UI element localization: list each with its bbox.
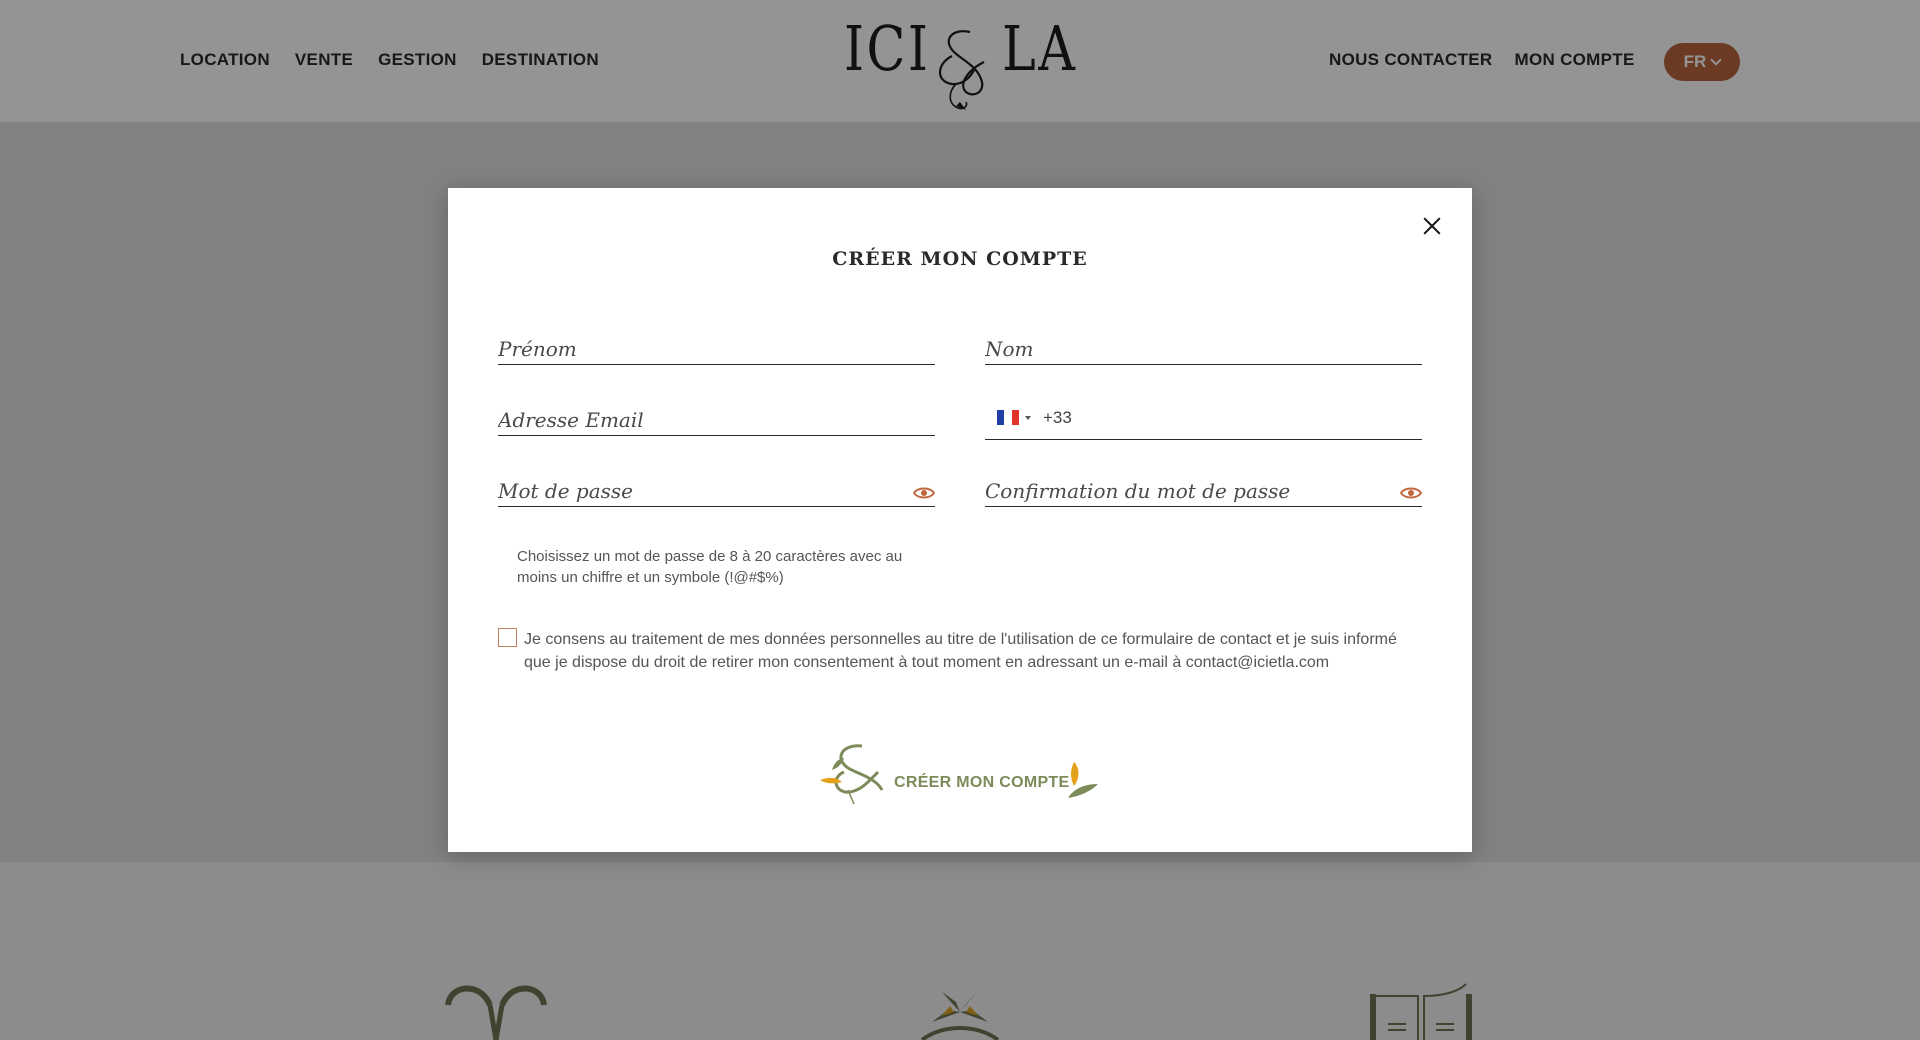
phone-field: +33 bbox=[985, 399, 1422, 440]
password-confirm-input[interactable] bbox=[985, 479, 1375, 503]
create-account-modal: CRÉER MON COMPTE +33 Choisissez un mot d… bbox=[448, 188, 1472, 852]
password-hint: Choisissez un mot de passe de 8 à 20 car… bbox=[517, 548, 903, 586]
ampersand-leaf-icon bbox=[820, 744, 884, 804]
eye-icon[interactable] bbox=[913, 486, 935, 500]
email-input[interactable] bbox=[498, 408, 935, 432]
create-account-label: CRÉER MON COMPTE bbox=[894, 774, 1070, 791]
first-name-input[interactable] bbox=[498, 337, 935, 361]
phone-input[interactable]: +33 bbox=[1043, 408, 1072, 428]
password-input[interactable] bbox=[498, 479, 888, 503]
country-caret-icon[interactable] bbox=[1025, 416, 1031, 420]
first-name-field bbox=[498, 323, 935, 365]
consent-text: Je consens au traitement de mes données … bbox=[524, 631, 1397, 671]
flag-fr-icon[interactable] bbox=[997, 410, 1019, 425]
consent-checkbox[interactable] bbox=[498, 628, 517, 647]
password-confirm-field bbox=[985, 465, 1422, 507]
last-name-field bbox=[985, 323, 1422, 365]
create-account-button[interactable]: CRÉER MON COMPTE bbox=[820, 742, 1104, 804]
password-field bbox=[498, 465, 935, 507]
close-icon[interactable] bbox=[1420, 214, 1444, 238]
email-field bbox=[498, 394, 935, 436]
eye-icon[interactable] bbox=[1400, 486, 1422, 500]
modal-title: CRÉER MON COMPTE bbox=[832, 248, 1088, 270]
leaf-icon bbox=[1068, 762, 1098, 798]
last-name-input[interactable] bbox=[985, 337, 1422, 361]
